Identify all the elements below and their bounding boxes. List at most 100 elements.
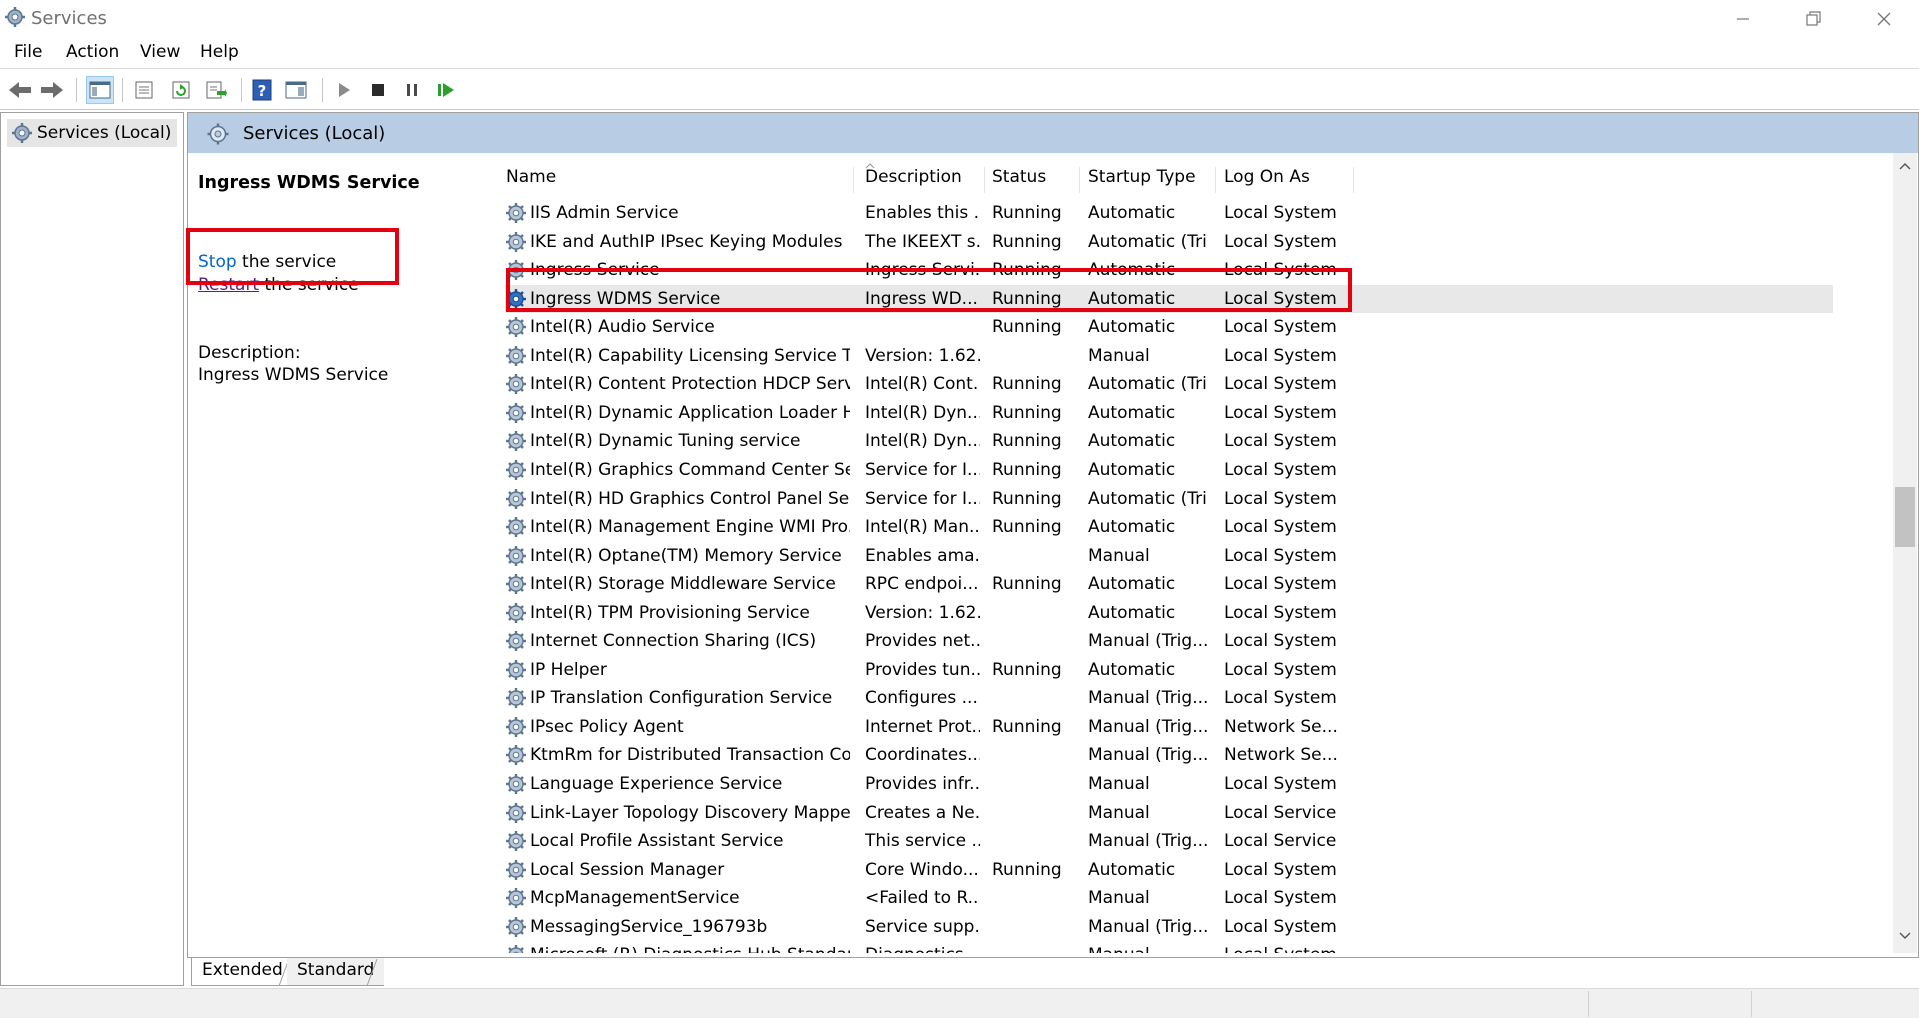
service-logon-cell: Local System xyxy=(1224,260,1337,281)
service-startup-cell: Automatic xyxy=(1088,517,1176,538)
service-gear-icon xyxy=(506,374,526,395)
column-header-description[interactable]: Description xyxy=(865,167,962,187)
table-row[interactable]: KtmRm for Distributed Transaction Co... C… xyxy=(501,741,1833,770)
table-row[interactable]: Intel(R) TPM Provisioning Service Version… xyxy=(501,599,1833,628)
table-row[interactable]: Intel(R) Capability Licensing Service TC… xyxy=(501,342,1833,371)
table-row[interactable]: Ingress Service Ingress Servi... Running Au… xyxy=(501,256,1833,285)
table-row[interactable]: Intel(R) Management Engine WMI Pro... Int… xyxy=(501,513,1833,542)
column-header-name[interactable]: Name xyxy=(506,167,556,187)
pause-service-button[interactable] xyxy=(398,76,426,104)
restart-service-link[interactable]: Restart xyxy=(198,275,259,295)
console-tree-button[interactable] xyxy=(86,76,114,104)
service-startup-cell: Automatic xyxy=(1088,288,1176,309)
service-status-cell: Running xyxy=(992,431,1062,452)
service-startup-cell: Manual (Trig... xyxy=(1088,831,1208,852)
service-status-cell: Running xyxy=(992,517,1062,538)
back-button[interactable] xyxy=(6,76,34,104)
stop-service-link[interactable]: Stop xyxy=(198,252,237,272)
stop-service-button[interactable] xyxy=(364,76,392,104)
service-logon-cell: Local System xyxy=(1224,431,1337,452)
column-divider[interactable] xyxy=(1353,167,1354,193)
table-row[interactable]: IP Helper Provides tun... Running Automatic… xyxy=(501,656,1833,685)
table-row[interactable]: Link-Layer Topology Discovery Mapper Crea… xyxy=(501,799,1833,828)
service-gear-icon xyxy=(506,716,526,737)
service-logon-cell: Local System xyxy=(1224,231,1337,252)
minimize-button[interactable] xyxy=(1708,0,1778,37)
console-tree-icon xyxy=(89,81,111,99)
service-description-cell: Coordinates... xyxy=(865,745,980,766)
service-logon-cell: Local System xyxy=(1224,602,1337,623)
table-row[interactable]: Intel(R) Optane(TM) Memory Service Enable… xyxy=(501,542,1833,571)
refresh-button[interactable] xyxy=(167,76,195,104)
restart-service-button[interactable] xyxy=(432,76,460,104)
menu-action[interactable]: Action xyxy=(64,42,121,62)
window-title: Services xyxy=(31,8,107,29)
table-row[interactable]: Intel(R) Audio Service Running Automatic Lo… xyxy=(501,313,1833,342)
service-name-cell: Intel(R) Graphics Command Center Ser... xyxy=(530,459,850,480)
service-description-cell: Diagnostics ... xyxy=(865,945,980,953)
table-row[interactable]: IPsec Policy Agent Internet Prot... Runnin… xyxy=(501,713,1833,742)
table-row[interactable]: Local Profile Assistant Service This serv… xyxy=(501,827,1833,856)
service-status-cell: Running xyxy=(992,459,1062,480)
service-name-cell: KtmRm for Distributed Transaction Co... xyxy=(530,745,850,766)
restore-button[interactable] xyxy=(1778,0,1848,37)
service-description-cell: Intel(R) Man... xyxy=(865,517,980,538)
column-divider[interactable] xyxy=(984,167,985,193)
vertical-scrollbar[interactable] xyxy=(1893,153,1917,953)
start-service-button[interactable] xyxy=(330,76,358,104)
properties-button[interactable] xyxy=(130,76,158,104)
export-list-button[interactable] xyxy=(202,76,230,104)
table-row[interactable]: Intel(R) Dynamic Application Loader H...… xyxy=(501,399,1833,428)
column-divider[interactable] xyxy=(1215,167,1216,193)
services-pane: Services (Local) Ingress WDMS Service St… xyxy=(187,112,1919,958)
service-name-cell: Ingress WDMS Service xyxy=(530,288,721,309)
column-header-startup-type[interactable]: Startup Type xyxy=(1088,167,1196,187)
table-row[interactable]: IKE and AuthIP IPsec Keying Modules The I… xyxy=(501,228,1833,257)
table-row[interactable]: McpManagementService <Failed to R... Manua… xyxy=(501,884,1833,913)
table-row[interactable]: Intel(R) Content Protection HDCP Servi..… xyxy=(501,370,1833,399)
tree-item-services-local[interactable]: Services (Local) xyxy=(7,119,178,147)
column-header-log-on-as[interactable]: Log On As xyxy=(1224,167,1310,187)
service-name-cell: Intel(R) Content Protection HDCP Servi..… xyxy=(530,374,850,395)
service-name-cell: Microsoft (R) Diagnostics Hub Standar... xyxy=(530,945,850,953)
service-startup-cell: Automatic xyxy=(1088,459,1176,480)
service-gear-icon xyxy=(506,231,526,252)
table-row-selected[interactable]: Ingress WDMS Service Ingress WD... Running… xyxy=(505,284,1833,314)
forward-button[interactable] xyxy=(38,76,66,104)
scrollbar-thumb[interactable] xyxy=(1895,487,1915,547)
table-row[interactable]: IIS Admin Service Enables this ... Running… xyxy=(501,199,1833,228)
service-logon-cell: Local System xyxy=(1224,517,1337,538)
service-startup-cell: Manual (Trig... xyxy=(1088,688,1208,709)
status-divider xyxy=(1588,991,1589,1017)
service-status-cell: Running xyxy=(992,203,1062,223)
table-row[interactable]: Local Session Manager Core Windo... Runnin… xyxy=(501,856,1833,885)
menu-help[interactable]: Help xyxy=(198,42,241,62)
help-button[interactable]: ? xyxy=(248,76,276,104)
column-divider[interactable] xyxy=(853,167,854,193)
scroll-up-icon[interactable] xyxy=(1898,161,1912,171)
table-row[interactable]: Intel(R) Graphics Command Center Ser... S… xyxy=(501,456,1833,485)
column-header-status[interactable]: Status xyxy=(992,167,1046,187)
table-row[interactable]: Intel(R) Dynamic Tuning service Intel(R) … xyxy=(501,427,1833,456)
table-row[interactable]: Internet Connection Sharing (ICS) Provide… xyxy=(501,627,1833,656)
service-gear-icon xyxy=(506,688,526,709)
close-button[interactable] xyxy=(1849,0,1919,37)
table-row[interactable]: Microsoft (R) Diagnostics Hub Standar...… xyxy=(501,941,1833,953)
scroll-down-icon[interactable] xyxy=(1898,931,1912,941)
table-row[interactable]: Intel(R) Storage Middleware Service RPC e… xyxy=(501,570,1833,599)
table-row[interactable]: Intel(R) HD Graphics Control Panel Ser..… xyxy=(501,485,1833,514)
column-divider[interactable] xyxy=(1079,167,1080,193)
show-hide-action-pane-button[interactable] xyxy=(282,76,310,104)
service-description-cell: RPC endpoi... xyxy=(865,574,979,595)
services-gear-icon xyxy=(5,7,25,27)
table-row[interactable]: IP Translation Configuration Service Conf… xyxy=(501,684,1833,713)
service-startup-cell: Automatic xyxy=(1088,260,1176,281)
menu-file[interactable]: File xyxy=(12,42,44,62)
menu-view[interactable]: View xyxy=(138,42,182,62)
export-list-icon xyxy=(206,81,227,99)
show-hide-action-pane-icon xyxy=(285,81,307,99)
table-row[interactable]: Language Experience Service Provides infr… xyxy=(501,770,1833,799)
service-gear-icon xyxy=(506,916,526,937)
service-status-cell: Running xyxy=(992,317,1062,338)
table-row[interactable]: MessagingService_196793b Service supp... M… xyxy=(501,913,1833,942)
